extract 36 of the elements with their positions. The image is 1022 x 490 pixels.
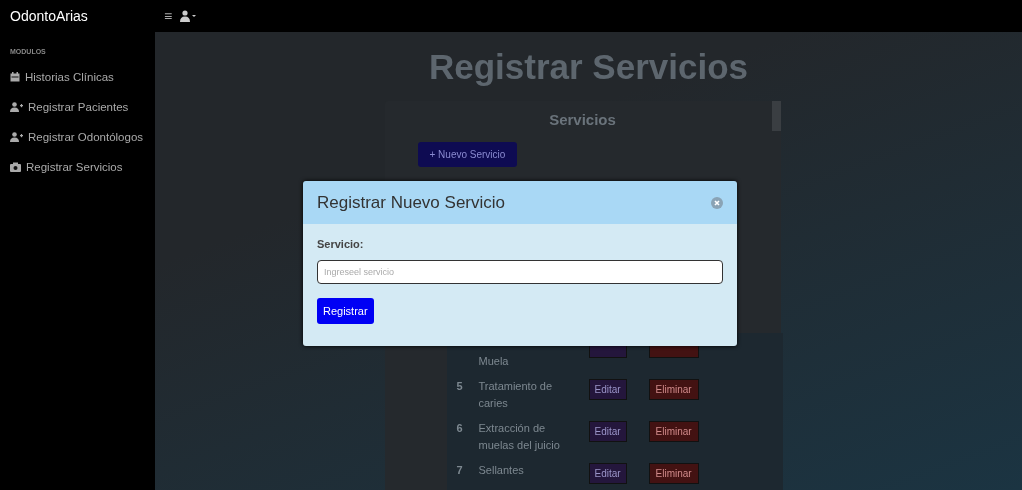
row-number: 7 — [456, 463, 464, 476]
calendar-icon — [10, 72, 20, 82]
camera-icon — [10, 162, 21, 172]
sidebar-item-label: Registrar Servicios — [26, 161, 123, 173]
service-input-field[interactable]: Ingreseel servicio — [317, 260, 723, 284]
sidebar-item[interactable]: Registrar Servicios — [0, 161, 155, 191]
add-user-icon — [10, 102, 23, 112]
card-title: Servicios — [548, 111, 617, 128]
field-label: Servicio: — [317, 238, 364, 250]
register-button[interactable]: Registrar — [317, 298, 374, 324]
delete-button[interactable]: Eliminar — [648, 463, 699, 484]
brand-name[interactable]: OdontoArias — [10, 8, 160, 24]
sidebar-item-label: Registrar Odontólogos — [28, 131, 144, 143]
sidebar-item[interactable]: Registrar Odontólogos — [0, 131, 155, 161]
edit-button[interactable]: Editar — [588, 421, 627, 442]
sidebar-item-label: Historias Clínicas — [25, 71, 114, 83]
row-number: 5 — [456, 379, 464, 392]
service-name: Muela — [478, 354, 510, 369]
service-name: Extracción de muelas del juicio — [478, 421, 561, 453]
service-name: Tratamiento de caries — [478, 379, 554, 411]
edit-button[interactable]: Editar — [588, 379, 627, 400]
menu-button[interactable]: ≡ — [160, 8, 177, 24]
delete-button[interactable]: Eliminar — [648, 379, 699, 400]
edit-button[interactable]: Editar — [588, 463, 627, 484]
new-service-button[interactable]: + Nuevo Servicio — [417, 142, 518, 167]
add-user-icon — [10, 132, 23, 142]
scrollbar[interactable] — [771, 101, 781, 131]
sidebar-item-label: Registrar Pacientes — [28, 101, 129, 113]
dialog-title: Registrar Nuevo Servicio — [317, 192, 505, 213]
sidebar-item[interactable]: Historias Clínicas — [0, 71, 155, 101]
delete-button[interactable]: Eliminar — [648, 421, 699, 442]
service-name: Sellantes — [478, 463, 525, 478]
close-button[interactable] — [711, 196, 723, 209]
page-title: Registrar Servicios — [428, 47, 749, 87]
sidebar-item[interactable]: Registrar Pacientes — [0, 101, 155, 131]
row-number: 6 — [456, 421, 464, 434]
